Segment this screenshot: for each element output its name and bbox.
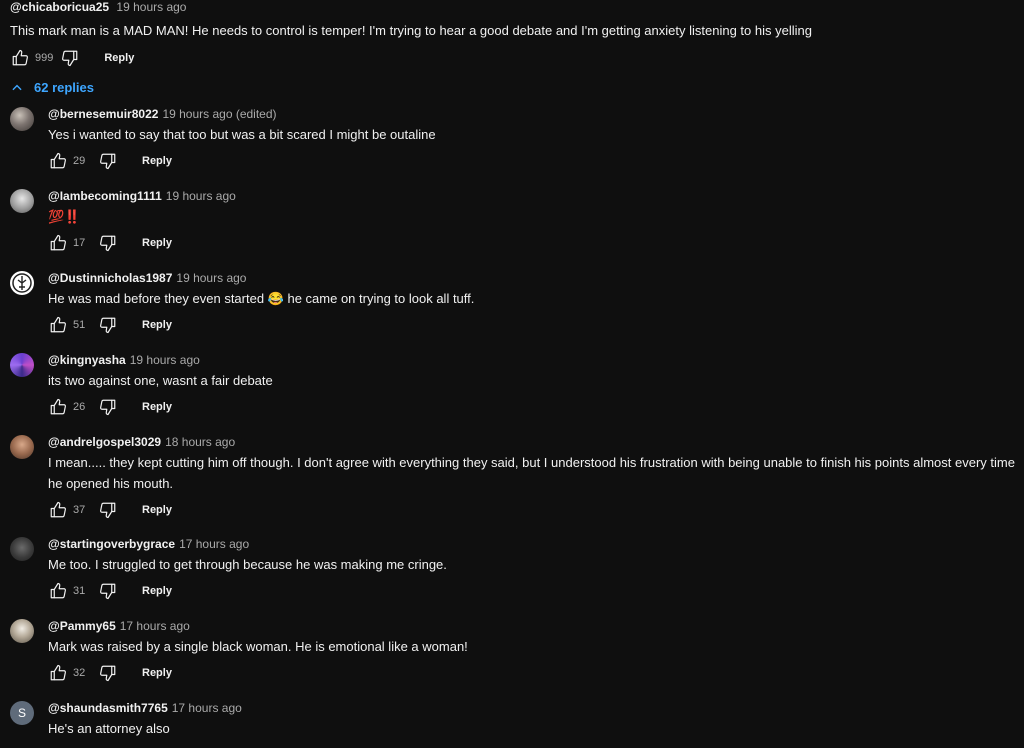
avatar[interactable] — [10, 619, 34, 643]
reply-button[interactable]: Reply — [142, 504, 172, 516]
reply-actions: 37 Reply — [48, 498, 1020, 522]
replies-count-label: 62 replies — [34, 80, 94, 95]
reply-author[interactable]: @andrelgospel3029 — [48, 435, 161, 449]
like-count: 32 — [73, 667, 86, 679]
reply-actions: 26 Reply — [48, 395, 1020, 419]
reply-text: its two against one, wasnt a fair debate — [48, 373, 273, 388]
reply-text: Me too. I struggled to get through becau… — [48, 557, 447, 572]
reply-author[interactable]: @Dustinnicholas1987 — [48, 271, 172, 285]
thumb-down-icon — [100, 665, 116, 682]
comment-actions: 999 Reply — [10, 46, 1014, 70]
thumb-up-icon — [50, 501, 66, 518]
reply-author[interactable]: @kingnyasha — [48, 353, 126, 367]
like-button[interactable] — [48, 233, 68, 253]
like-button[interactable] — [48, 151, 68, 171]
top-comment: @chicaboricua25 19 hours ago This mark m… — [10, 0, 1014, 70]
reply-author[interactable]: @startingoverbygrace — [48, 537, 175, 551]
dislike-button[interactable] — [98, 315, 118, 335]
avatar-letter: S — [17, 706, 26, 720]
reply-time[interactable]: 19 hours ago — [166, 189, 236, 203]
like-count: 51 — [73, 319, 86, 331]
like-count: 37 — [73, 504, 86, 516]
reply-text: He was mad before they even started 😂 he… — [48, 291, 475, 306]
thumb-up-icon — [50, 582, 66, 599]
chevron-up-icon — [12, 84, 22, 90]
reply-text: He's an attorney also — [48, 721, 170, 736]
thumb-down-icon — [100, 317, 116, 334]
reply-actions: 32 Reply — [48, 661, 1020, 685]
reply-time[interactable]: 19 hours ago (edited) — [162, 107, 276, 121]
emblem-icon — [12, 273, 32, 293]
thumb-down-icon — [100, 153, 116, 170]
reply-button[interactable]: Reply — [142, 401, 172, 413]
like-button[interactable] — [48, 397, 68, 417]
reply-author[interactable]: @shaundasmith7765 — [48, 701, 168, 715]
reply-actions: 31 Reply — [48, 579, 1020, 603]
reply-actions: 51 Reply — [48, 313, 1020, 337]
reply-button[interactable]: Reply — [142, 319, 172, 331]
avatar[interactable] — [10, 189, 34, 213]
reply-time[interactable]: 17 hours ago — [179, 537, 249, 551]
reply-time[interactable]: 17 hours ago — [120, 619, 190, 633]
comment-text: This mark man is a MAD MAN! He needs to … — [10, 23, 812, 38]
dislike-button[interactable] — [98, 233, 118, 253]
like-count: 29 — [73, 155, 86, 167]
thumb-down-icon — [100, 583, 116, 600]
avatar[interactable] — [10, 353, 34, 377]
like-button[interactable] — [10, 48, 30, 68]
reply-text: I mean..... they kept cutting him off th… — [48, 455, 1015, 491]
reply-author[interactable]: @Pammy65 — [48, 619, 116, 633]
replies-toggle[interactable]: 62 replies — [10, 80, 94, 95]
avatar[interactable] — [10, 107, 34, 131]
like-count: 31 — [73, 585, 86, 597]
comment-time[interactable]: 19 hours ago — [116, 0, 186, 14]
reply-time[interactable]: 17 hours ago — [172, 701, 242, 715]
dislike-button[interactable] — [98, 151, 118, 171]
reply-text: Mark was raised by a single black woman.… — [48, 639, 468, 654]
reply-text: Yes i wanted to say that too but was a b… — [48, 127, 436, 142]
thumb-up-icon — [50, 234, 66, 251]
thumb-down-icon — [100, 502, 116, 519]
avatar[interactable] — [10, 435, 34, 459]
thumb-up-icon — [12, 49, 28, 66]
thumb-up-icon — [50, 152, 66, 169]
comment-author[interactable]: @chicaboricua25 — [10, 0, 109, 14]
like-count: 17 — [73, 237, 86, 249]
avatar[interactable] — [10, 537, 34, 561]
like-count: 26 — [73, 401, 86, 413]
reply-author[interactable]: @Iambecoming1111 — [48, 189, 162, 203]
reply-button[interactable]: Reply — [142, 585, 172, 597]
like-button[interactable] — [48, 581, 68, 601]
like-button[interactable] — [48, 663, 68, 683]
reply-text: 💯‼️ — [48, 209, 81, 224]
thumb-up-icon — [50, 316, 66, 333]
dislike-button[interactable] — [98, 500, 118, 520]
thumb-down-icon — [100, 399, 116, 416]
comment-header: @chicaboricua25 19 hours ago — [10, 0, 1014, 14]
avatar[interactable]: S — [10, 701, 34, 725]
like-count: 999 — [35, 52, 54, 64]
avatar[interactable] — [10, 271, 34, 295]
dislike-button[interactable] — [98, 581, 118, 601]
dislike-button[interactable] — [98, 663, 118, 683]
like-button[interactable] — [48, 315, 68, 335]
thumb-up-icon — [50, 398, 66, 415]
thumb-down-icon — [100, 235, 116, 252]
reply-button[interactable]: Reply — [142, 155, 172, 167]
reply-actions: 17 Reply — [48, 231, 1020, 255]
reply-button[interactable]: Reply — [104, 52, 134, 64]
reply-author[interactable]: @bernesemuir8022 — [48, 107, 158, 121]
reply-actions: 29 Reply — [48, 149, 1020, 173]
like-button[interactable] — [48, 500, 68, 520]
thumb-up-icon — [50, 664, 66, 681]
dislike-button[interactable] — [98, 397, 118, 417]
reply-time[interactable]: 19 hours ago — [176, 271, 246, 285]
reply-button[interactable]: Reply — [142, 237, 172, 249]
reply-button[interactable]: Reply — [142, 667, 172, 679]
reply-time[interactable]: 18 hours ago — [165, 435, 235, 449]
reply-time[interactable]: 19 hours ago — [130, 353, 200, 367]
dislike-button[interactable] — [60, 48, 80, 68]
thumb-down-icon — [62, 50, 78, 67]
